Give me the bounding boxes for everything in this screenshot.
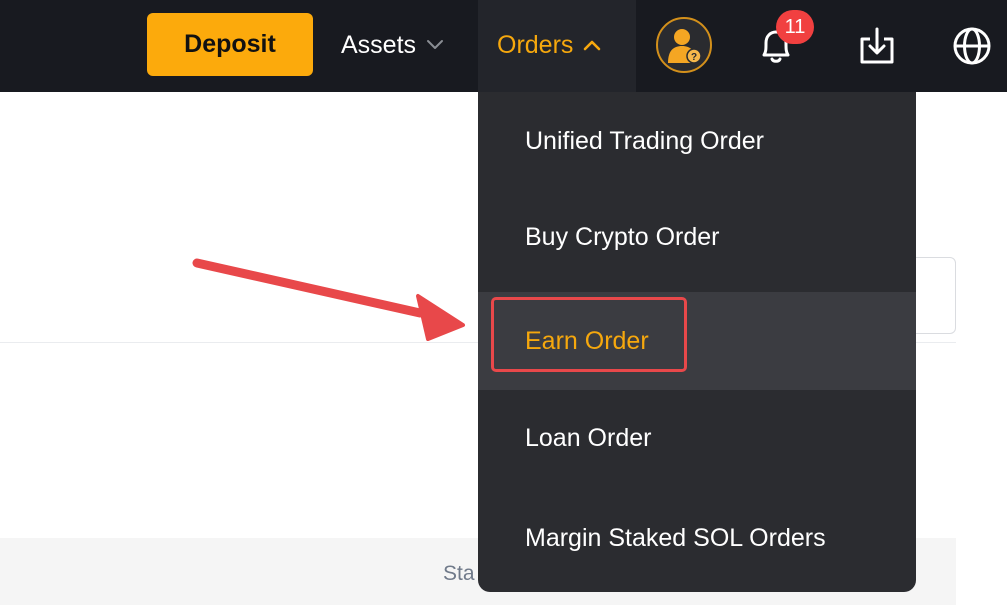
svg-text:?: ? — [691, 52, 697, 63]
menu-item-earn-order[interactable]: Earn Order — [478, 292, 916, 390]
chevron-down-icon — [427, 40, 444, 49]
globe-icon[interactable] — [950, 24, 994, 68]
nav-orders-menu[interactable]: Orders — [497, 28, 601, 62]
menu-item-loan-order[interactable]: Loan Order — [478, 389, 916, 487]
nav-assets-label: Assets — [341, 30, 417, 59]
nav-orders-label: Orders — [497, 30, 574, 59]
notification-count-badge: 11 — [776, 10, 814, 44]
user-avatar-icon[interactable]: ? — [656, 17, 712, 73]
nav-assets-menu[interactable]: Assets — [341, 28, 444, 62]
menu-item-buy-crypto-order[interactable]: Buy Crypto Order — [478, 188, 916, 286]
menu-item-label: Unified Trading Order — [525, 126, 765, 155]
deposit-button-label: Deposit — [184, 30, 276, 58]
menu-item-label: Loan Order — [525, 423, 652, 452]
user-avatar-graphic: ? — [668, 29, 702, 64]
menu-item-label: Buy Crypto Order — [525, 222, 720, 251]
download-icon[interactable] — [857, 25, 897, 67]
menu-item-unified-trading-order[interactable]: Unified Trading Order — [478, 92, 916, 190]
deposit-button[interactable]: Deposit — [147, 13, 313, 76]
menu-item-margin-staked-sol-orders[interactable]: Margin Staked SOL Orders — [478, 489, 916, 587]
orders-dropdown-menu: Unified Trading Order Buy Crypto Order E… — [478, 92, 916, 592]
chevron-up-icon — [584, 40, 601, 51]
table-header-status-label: Sta — [443, 562, 475, 585]
menu-item-label: Margin Staked SOL Orders — [525, 523, 826, 552]
menu-item-label: Earn Order — [525, 326, 649, 355]
